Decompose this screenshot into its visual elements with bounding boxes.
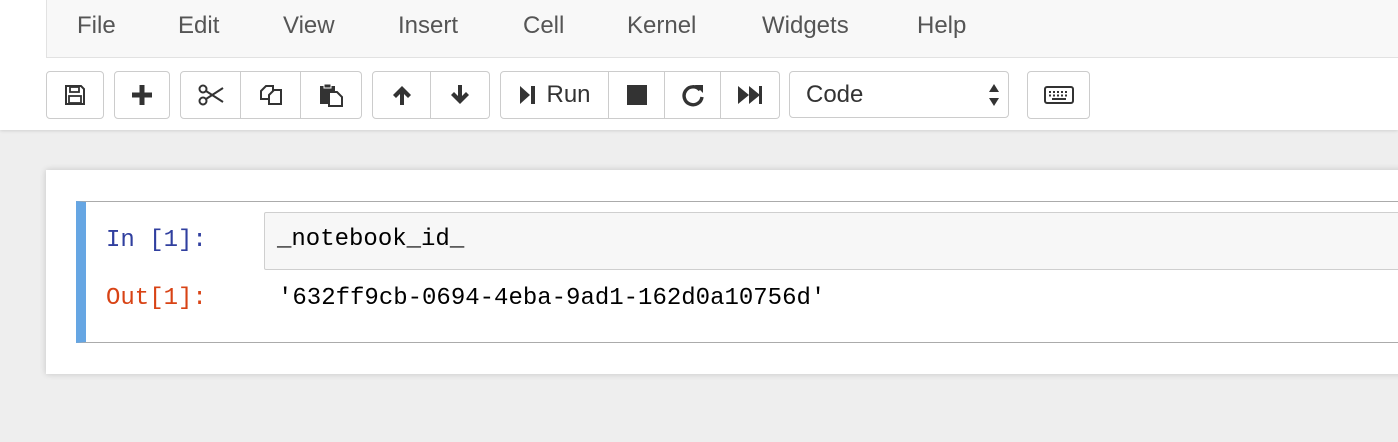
menu-widgets[interactable]: Widgets xyxy=(762,12,849,40)
menu-view[interactable]: View xyxy=(283,12,335,40)
move-down-button[interactable] xyxy=(431,71,490,119)
copy-button[interactable] xyxy=(241,71,301,119)
move-up-button[interactable] xyxy=(372,71,431,119)
insert-cell-button[interactable] xyxy=(114,71,170,119)
refresh-icon xyxy=(681,83,705,107)
run-all-button[interactable] xyxy=(721,71,780,119)
notebook-header: File Edit View Insert Cell Kernel Widget… xyxy=(0,0,1398,130)
code-text: _notebook_id_ xyxy=(277,226,465,253)
restart-kernel-button[interactable] xyxy=(665,71,721,119)
output-text: '632ff9cb-0694-4eba-9ad1-162d0a10756d' xyxy=(278,285,826,312)
input-prompt: In [1]: xyxy=(106,227,207,254)
paste-button[interactable] xyxy=(301,71,362,119)
run-button[interactable]: Run xyxy=(500,71,609,119)
menubar: File Edit View Insert Cell Kernel Widget… xyxy=(46,0,1398,58)
cell-type-select[interactable]: Code xyxy=(789,71,1009,118)
notebook-container: In [1]: _notebook_id_ Out[1]: '632ff9cb-… xyxy=(46,170,1398,374)
command-palette-button[interactable] xyxy=(1027,71,1090,119)
code-input-area[interactable]: _notebook_id_ xyxy=(264,212,1398,270)
save-button[interactable] xyxy=(46,71,104,119)
floppy-disk-icon xyxy=(64,84,86,106)
step-forward-icon xyxy=(518,84,538,106)
menu-kernel[interactable]: Kernel xyxy=(627,12,696,40)
fast-forward-icon xyxy=(736,84,764,106)
menu-help[interactable]: Help xyxy=(917,12,966,40)
cell-type-value: Code xyxy=(806,81,864,108)
cut-button[interactable] xyxy=(180,71,241,119)
copy-icon xyxy=(258,83,284,107)
run-label: Run xyxy=(546,81,591,108)
plus-icon xyxy=(131,84,153,106)
updown-arrows-icon xyxy=(988,82,1000,113)
arrow-down-icon xyxy=(449,84,471,106)
menu-insert[interactable]: Insert xyxy=(398,12,458,40)
keyboard-icon xyxy=(1043,86,1074,104)
menu-cell[interactable]: Cell xyxy=(523,12,564,40)
arrow-up-icon xyxy=(391,84,413,106)
menu-edit[interactable]: Edit xyxy=(178,12,219,40)
paste-icon xyxy=(318,83,344,107)
stop-icon xyxy=(626,84,648,106)
scissors-icon xyxy=(198,84,224,106)
menu-file[interactable]: File xyxy=(77,12,116,40)
interrupt-kernel-button[interactable] xyxy=(609,71,665,119)
output-prompt: Out[1]: xyxy=(106,285,207,312)
